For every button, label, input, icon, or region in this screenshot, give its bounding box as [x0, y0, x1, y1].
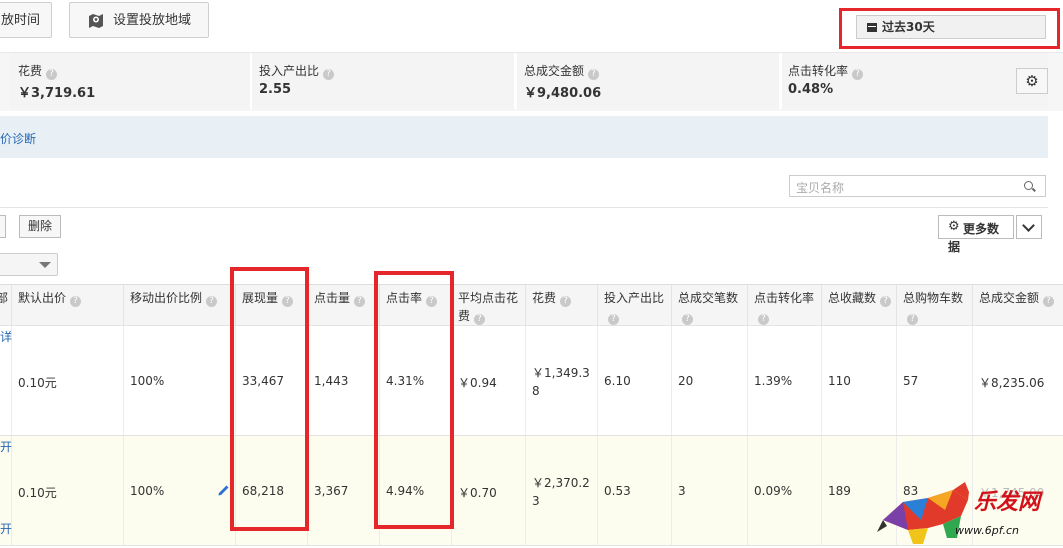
stat-value: ￥9,480.06 [524, 86, 602, 101]
col-header-cost[interactable]: 花费? [526, 285, 598, 325]
table-row: 详 0.10元 100% 33,467 1,443 4.31% ￥0.94 ￥1… [0, 326, 1063, 436]
col-header-orders[interactable]: 总成交笔数? [672, 285, 748, 325]
set-region-label: 设置投放地域 [113, 13, 192, 28]
stat-label: 点击转化率 [788, 64, 849, 78]
cell-orders: 20 [678, 374, 694, 388]
item-search-input[interactable]: 宝贝名称 [789, 175, 1046, 197]
stat-label: 花费 [18, 64, 43, 78]
cell-favorites: 110 [828, 374, 851, 388]
gear-icon: ⚙ [1025, 72, 1039, 90]
stats-strip: 花费? ￥3,719.61 投入产出比? 2.55 总成交金额? ￥9,480.… [0, 52, 1063, 111]
impressions-highlight [230, 267, 309, 531]
more-data-label: 更多数 [963, 222, 1000, 236]
row-detail-link[interactable]: 详 [0, 328, 12, 345]
stat-gmv: 总成交金额? ￥9,480.06 [517, 53, 782, 109]
cell-default-bid[interactable]: 0.10元 [18, 484, 57, 501]
toolbar-left-button[interactable] [0, 215, 6, 238]
col-header-default-bid[interactable]: 默认出价? [12, 285, 124, 325]
cell-mobile-ratio: 100% [130, 484, 165, 498]
cell-roi: 0.53 [604, 484, 631, 498]
col-header-favorites[interactable]: 总收藏数? [822, 285, 897, 325]
cell-conv-rate: 1.39% [754, 374, 793, 388]
set-region-button[interactable]: 设置投放地域 [69, 2, 209, 38]
help-icon[interactable]: ? [588, 69, 600, 80]
cell-avg-cpc: ￥0.94 [458, 376, 497, 390]
ctr-highlight [374, 271, 454, 529]
cell-conv-rate: 0.09% [754, 484, 793, 498]
col-header-conv-rate[interactable]: 点击转化率? [748, 285, 822, 325]
set-schedule-label: 放时间 [1, 13, 41, 28]
cell-cost: ￥1,349.38 [532, 366, 590, 398]
cell-clicks: 1,443 [314, 374, 349, 388]
edit-pencil-icon[interactable] [217, 483, 231, 497]
table-toolbar [0, 207, 1048, 252]
stat-value: 0.48% [788, 82, 834, 97]
col-header-cart[interactable]: 总购物车数? [897, 285, 973, 325]
cell-gmv: ￥8,235.06 [979, 376, 1045, 390]
cell-cart: 57 [903, 374, 919, 388]
watermark-url: www.6pf.cn [955, 524, 1019, 537]
cell-cost: ￥2,370.23 [532, 476, 590, 508]
cell-mobile-ratio: 100% [130, 374, 165, 388]
date-range-label: 过去30天 [882, 20, 935, 34]
cell-clicks: 3,367 [314, 484, 349, 498]
diagnosis-link[interactable]: 价诊断 [0, 130, 36, 147]
stat-label: 投入产出比 [259, 64, 320, 78]
cell-roi: 6.10 [604, 374, 631, 388]
calendar-icon [867, 23, 877, 32]
help-icon[interactable]: ? [46, 69, 58, 80]
stat-conversion: 点击转化率? 0.48% [782, 53, 1048, 109]
stat-label: 总成交金额 [524, 64, 585, 78]
map-pin-icon [89, 14, 103, 28]
row-expand-link[interactable]: 开 [0, 520, 12, 537]
delete-label: 删除 [27, 219, 52, 233]
search-placeholder: 宝贝名称 [796, 181, 845, 195]
search-icon[interactable] [1024, 181, 1033, 190]
col-header-avg-cpc[interactable]: 平均点击花费? [452, 285, 526, 325]
date-range-button[interactable]: 过去30天 [856, 15, 1046, 39]
filter-dropdown[interactable] [0, 253, 58, 276]
diagnosis-bar: 价诊断 [0, 116, 1048, 158]
cell-default-bid[interactable]: 0.10元 [18, 374, 57, 391]
col-header-clicks[interactable]: 点击量? [308, 285, 380, 325]
more-data-button[interactable]: ⚙ 更多数 [938, 215, 1014, 239]
row-expand-link[interactable]: 开 [0, 438, 12, 455]
set-schedule-button[interactable]: 放时间 [0, 2, 52, 38]
stat-value: 2.55 [259, 82, 292, 97]
col-header-gmv[interactable]: 总成交金额? [973, 285, 1063, 325]
table-header: 部 默认出价? 移动出价比例? 展现量? 点击量? 点击率? 平均点击花费? 花… [0, 284, 1063, 326]
stats-settings-button[interactable]: ⚙ [1016, 68, 1048, 94]
chevron-down-icon[interactable] [1016, 215, 1042, 239]
stat-value: ￥3,719.61 [18, 86, 96, 101]
col-header-roi[interactable]: 投入产出比? [598, 285, 672, 325]
help-icon[interactable]: ? [323, 69, 335, 80]
watermark-name: 乐发网 [974, 489, 1041, 515]
cell-favorites: 189 [828, 484, 851, 498]
cell-orders: 3 [678, 484, 686, 498]
stat-roi: 投入产出比? 2.55 [252, 53, 517, 109]
cell-avg-cpc: ￥0.70 [458, 486, 497, 500]
help-icon[interactable]: ? [852, 69, 864, 80]
stat-cost: 花费? ￥3,719.61 [10, 53, 253, 109]
gear-icon: ⚙ [948, 219, 960, 234]
more-data-label-wrap: 据 [948, 240, 961, 254]
col-header-mobile-ratio[interactable]: 移动出价比例? [124, 285, 236, 325]
delete-button[interactable]: 删除 [19, 215, 61, 238]
col-header: 部 [0, 285, 12, 325]
